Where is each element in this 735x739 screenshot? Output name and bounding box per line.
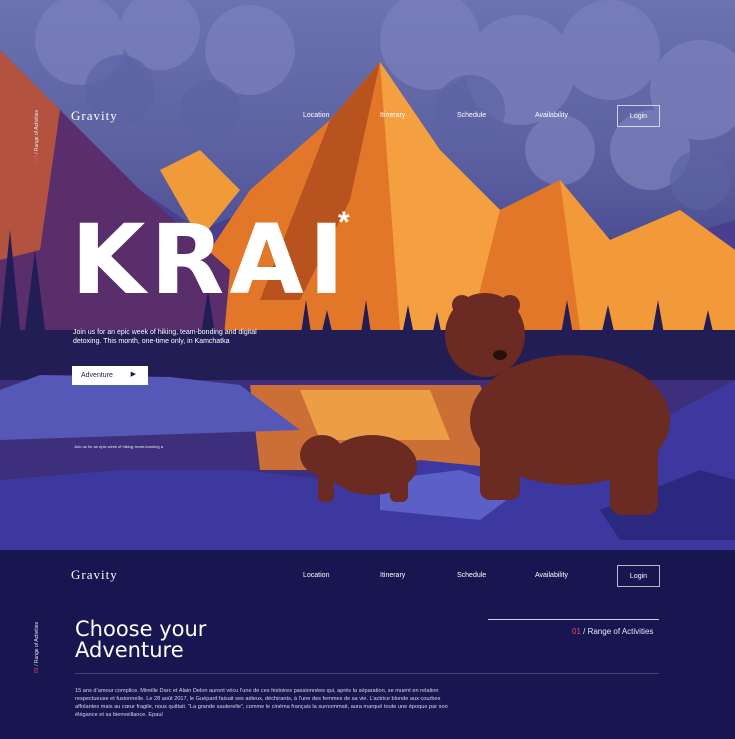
adventure-button[interactable]: Adventure ▶ <box>72 366 148 385</box>
nav-availability-lower[interactable]: Availability <box>535 572 568 579</box>
nav-itinerary[interactable]: Itinerary <box>380 112 405 119</box>
nav-schedule-lower[interactable]: Schedule <box>457 572 486 579</box>
nav-location[interactable]: Location <box>303 112 329 119</box>
section-paragraph: 15 ans d’amour complice. Mireille Darc e… <box>75 688 448 719</box>
range-number: 01 <box>572 627 581 636</box>
heading-divider <box>488 619 659 620</box>
side-label-number: 01 <box>34 155 40 161</box>
side-label-lower: 01 / Range of Activities <box>34 622 40 673</box>
side-label: 01 / Range of Activities <box>34 110 40 161</box>
nav-location-lower[interactable]: Location <box>303 572 329 579</box>
login-button[interactable]: Login <box>617 105 660 127</box>
range-text: / Range of Activities <box>580 627 654 636</box>
title-asterisk: * <box>338 206 350 239</box>
hero-lead-text: Join us for an epic week of hiking, team… <box>73 329 257 346</box>
nav-schedule[interactable]: Schedule <box>457 112 486 119</box>
section-divider <box>75 673 659 674</box>
side-label-lower-text: / Range of Activities <box>34 622 40 668</box>
nav-availability[interactable]: Availability <box>535 112 568 119</box>
section-heading-line1: Choose your <box>75 617 207 641</box>
brand-logo-lower[interactable]: Gravity <box>71 567 118 583</box>
side-label-lower-number: 01 <box>34 667 40 673</box>
section-heading: Choose your Adventure <box>75 619 206 661</box>
brand-logo[interactable]: Gravity <box>71 108 118 124</box>
hero-title: KRAI <box>71 204 350 316</box>
play-icon: ▶ <box>130 371 136 378</box>
adventure-button-label: Adventure <box>81 372 113 379</box>
small-note-text: Join us for an epic week of hiking, team… <box>74 444 163 449</box>
login-button-lower[interactable]: Login <box>617 565 660 587</box>
range-label: 01 / Range of Activities <box>572 627 653 636</box>
nav-itinerary-lower[interactable]: Itinerary <box>380 572 405 579</box>
side-label-text: / Range of Activities <box>34 110 40 156</box>
hero-section: Gravity Location Itinerary Schedule Avai… <box>0 0 735 550</box>
section-heading-line2: Adventure <box>75 638 184 662</box>
